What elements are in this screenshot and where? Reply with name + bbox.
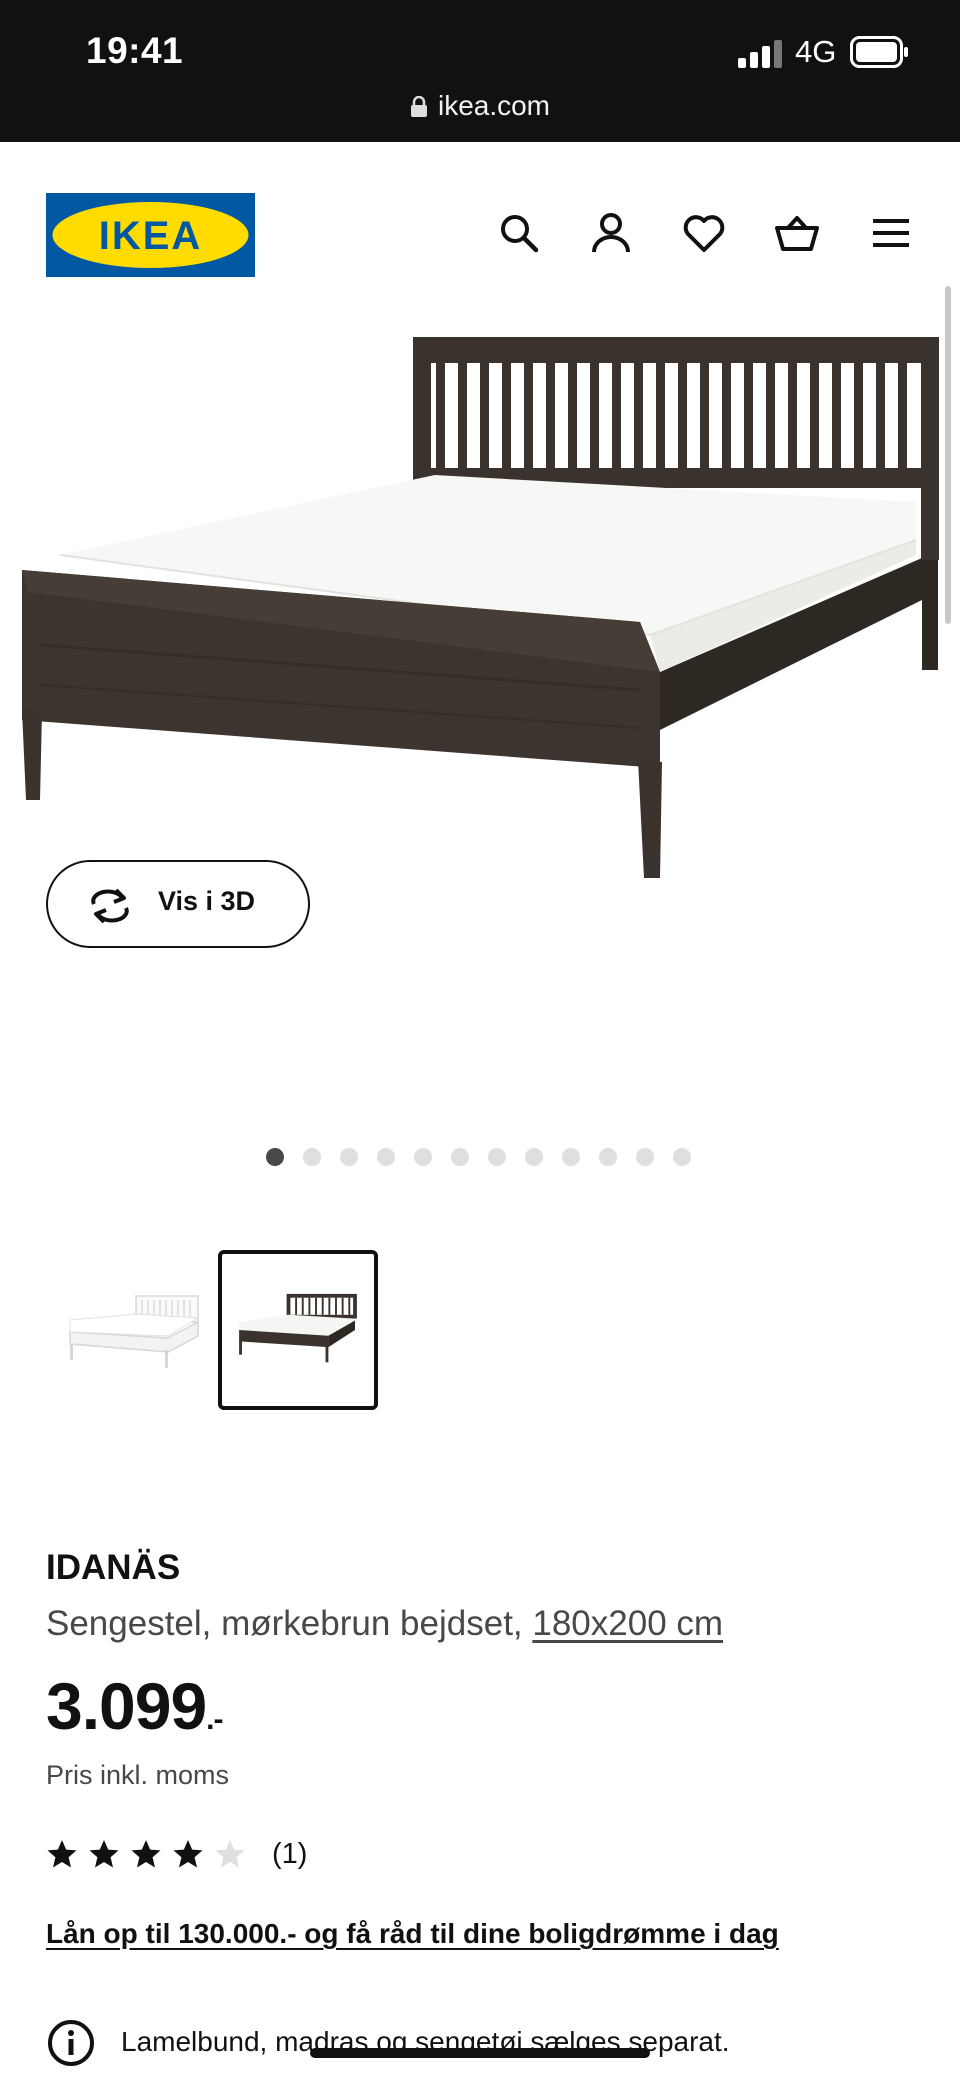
logo-text: IKEA <box>99 214 203 258</box>
headboard-slat <box>854 363 863 473</box>
address-bar[interactable]: ikea.com <box>0 90 960 122</box>
headboard-slat <box>458 363 467 473</box>
view-3d-button[interactable]: Vis i 3D <box>46 860 310 948</box>
carousel-dot[interactable] <box>525 1148 543 1166</box>
headboard-slat <box>590 363 599 473</box>
carousel-dot[interactable] <box>562 1148 580 1166</box>
battery-icon <box>850 36 908 68</box>
carousel-dot[interactable] <box>303 1148 321 1166</box>
carousel-dot[interactable] <box>340 1148 358 1166</box>
star-empty-icon <box>215 1840 245 1868</box>
rotate-3d-icon <box>91 888 129 924</box>
size-link[interactable]: 180x200 cm <box>532 1604 723 1643</box>
headboard-slat <box>722 363 731 473</box>
search-icon[interactable] <box>496 210 542 256</box>
product-name: IDANÄS <box>46 1548 181 1587</box>
headboard-slat <box>546 363 555 473</box>
star-filled-icon <box>131 1840 161 1868</box>
carousel-dot[interactable] <box>266 1148 284 1166</box>
headboard-slat <box>502 363 511 473</box>
price-suffix: .- <box>206 1703 223 1736</box>
headboard-slat <box>524 363 533 473</box>
star-filled-icon <box>173 1840 203 1868</box>
product-description-text: Sengestel, mørkebrun bejdset, <box>46 1604 523 1643</box>
carousel-dot[interactable] <box>451 1148 469 1166</box>
menu-icon[interactable] <box>868 210 914 256</box>
home-indicator <box>310 2048 650 2058</box>
ikea-logo[interactable]: IKEA <box>46 193 255 277</box>
heart-icon[interactable] <box>681 210 727 256</box>
headboard-slat <box>436 363 445 473</box>
account-icon[interactable] <box>588 210 634 256</box>
price-value: 3.099 <box>46 1669 207 1743</box>
status-bar: 19:41 4G ikea.com <box>0 0 960 142</box>
headboard-slat <box>568 363 577 473</box>
product-main-image[interactable] <box>0 300 960 900</box>
review-count: (1) <box>272 1837 308 1870</box>
vat-note: Pris inkl. moms <box>46 1760 230 1790</box>
headboard-slat <box>480 363 489 473</box>
loan-link[interactable]: Lån op til 130.000.- og få råd til dine … <box>46 1918 779 1950</box>
carousel-dot[interactable] <box>636 1148 654 1166</box>
carousel-dot[interactable] <box>673 1148 691 1166</box>
image-carousel-dots[interactable] <box>0 1148 960 1168</box>
headboard-slat <box>832 363 841 473</box>
headboard-slat <box>810 363 819 473</box>
headboard-slats <box>436 363 907 473</box>
headboard-slat <box>656 363 665 473</box>
lock-icon <box>410 96 427 117</box>
rating[interactable]: (1) <box>46 1836 307 1872</box>
headboard-slat <box>788 363 797 473</box>
basket-icon[interactable] <box>774 210 820 256</box>
headboard-slat <box>898 363 907 473</box>
star-filled-icon <box>89 1840 119 1868</box>
headboard-slat <box>876 363 885 473</box>
headboard-slat <box>634 363 643 473</box>
headboard-slat <box>700 363 709 473</box>
view-3d-label: Vis i 3D <box>158 886 256 916</box>
carousel-dot[interactable] <box>488 1148 506 1166</box>
network-label: 4G <box>795 34 837 69</box>
signal-icon <box>738 40 782 68</box>
carousel-dot[interactable] <box>414 1148 432 1166</box>
headboard-slat <box>766 363 775 473</box>
url-text: ikea.com <box>437 90 551 121</box>
status-time: 19:41 <box>86 30 184 71</box>
product-price: 3.099.- <box>46 1668 224 1744</box>
carousel-dot[interactable] <box>599 1148 617 1166</box>
carousel-dot[interactable] <box>377 1148 395 1166</box>
thumbnail-dark-brown-bed[interactable] <box>218 1250 378 1410</box>
product-description: Sengestel, mørkebrun bejdset, 180x200 cm <box>46 1604 723 1644</box>
thumbnail-white-bed[interactable] <box>48 1250 208 1410</box>
info-icon <box>48 2020 94 2066</box>
headboard-slat <box>678 363 687 473</box>
headboard-slat <box>744 363 753 473</box>
headboard-slat <box>612 363 621 473</box>
star-filled-icon <box>47 1840 77 1868</box>
